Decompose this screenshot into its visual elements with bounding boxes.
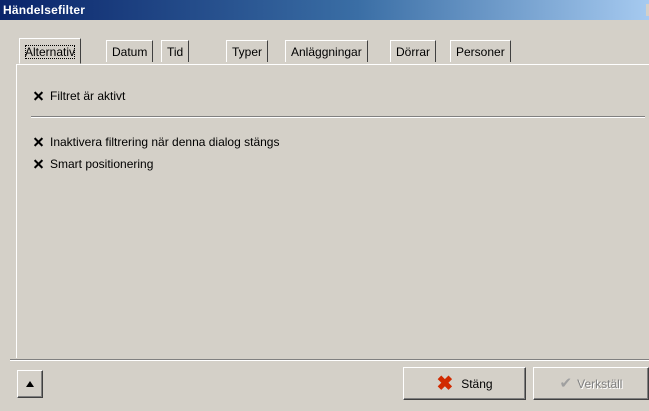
checkbox-checked-icon bbox=[34, 159, 43, 168]
filter-active-checkbox[interactable]: Filtret är aktivt bbox=[34, 88, 125, 104]
tab-dorrar[interactable]: Dörrar bbox=[390, 40, 437, 62]
apply-button[interactable]: ✔ Verkställ bbox=[533, 367, 649, 400]
options-separator bbox=[31, 116, 645, 118]
tab-personer[interactable]: Personer bbox=[450, 40, 511, 62]
apply-button-label: Verkställ bbox=[577, 376, 623, 391]
tab-panel-alternativ bbox=[16, 64, 649, 358]
close-button-label: Stäng bbox=[461, 376, 493, 391]
collapse-button[interactable] bbox=[17, 370, 43, 398]
disable-on-close-checkbox[interactable]: Inaktivera filtrering när denna dialog s… bbox=[34, 134, 279, 150]
checkbox-checked-icon bbox=[34, 137, 43, 146]
disable-on-close-label: Inaktivera filtrering när denna dialog s… bbox=[50, 135, 280, 149]
close-button[interactable]: ✖ Stäng bbox=[403, 367, 526, 400]
footer-separator bbox=[10, 359, 649, 361]
tab-alternativ[interactable]: Alternativ bbox=[19, 38, 82, 64]
window-title: Händelsefilter bbox=[3, 3, 86, 17]
red-x-icon: ✖ bbox=[436, 372, 454, 395]
tab-anlaggningar[interactable]: Anläggningar bbox=[285, 40, 368, 62]
tab-datum[interactable]: Datum bbox=[106, 40, 154, 62]
smart-positioning-label: Smart positionering bbox=[50, 157, 154, 171]
checkmark-icon: ✔ bbox=[559, 375, 573, 392]
smart-positioning-checkbox[interactable]: Smart positionering bbox=[34, 156, 153, 172]
checkbox-checked-icon bbox=[34, 91, 43, 100]
tab-typer[interactable]: Typer bbox=[226, 40, 269, 62]
tab-tid[interactable]: Tid bbox=[161, 40, 190, 62]
triangle-up-icon bbox=[26, 381, 34, 387]
filter-active-label: Filtret är aktivt bbox=[50, 89, 126, 103]
title-bar[interactable]: Händelsefilter bbox=[0, 0, 649, 20]
